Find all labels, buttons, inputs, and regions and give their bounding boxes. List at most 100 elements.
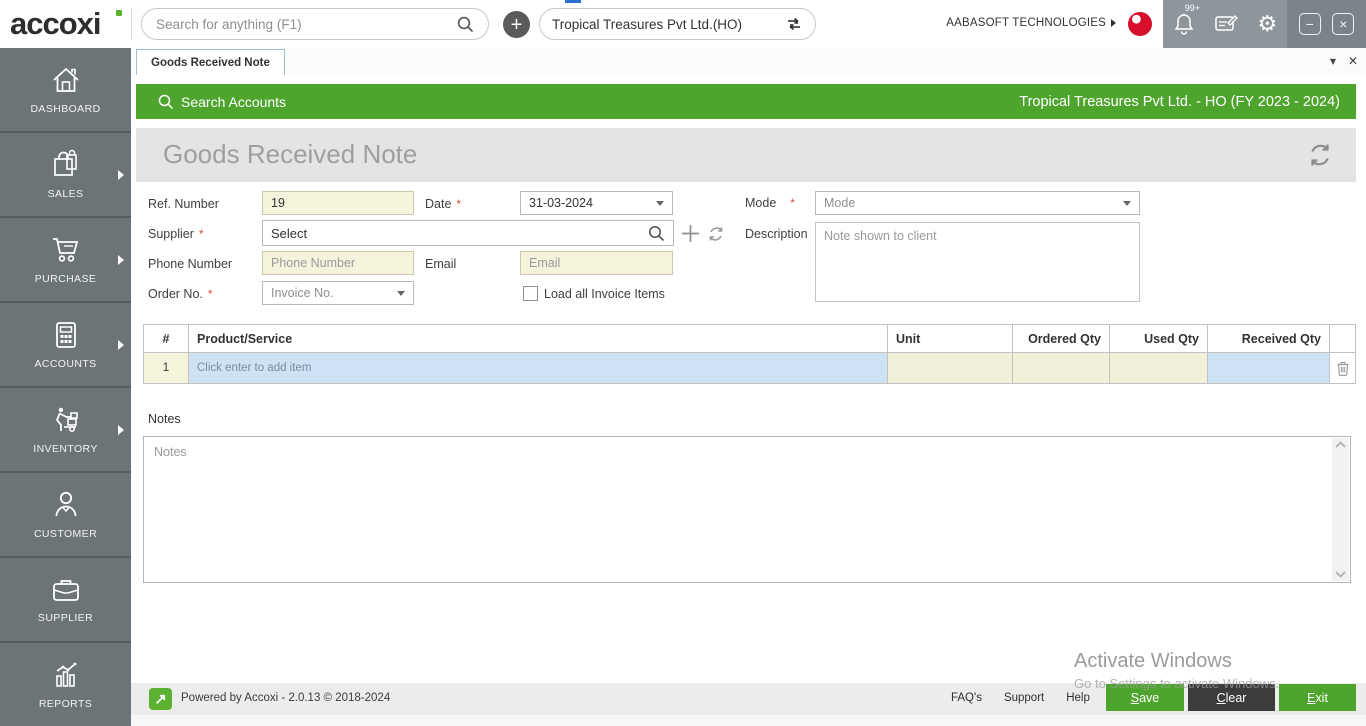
add-supplier-icon[interactable] <box>681 224 700 243</box>
sidebar-item-accounts[interactable]: ACCOUNTS <box>0 303 131 388</box>
help-link[interactable]: Help <box>1066 692 1090 704</box>
user-avatar[interactable] <box>1128 12 1152 36</box>
load-invoice-items-checkbox[interactable] <box>523 286 538 301</box>
chevron-right-icon <box>1111 19 1116 27</box>
sidebar-item-dashboard[interactable]: DASHBOARD <box>0 48 131 133</box>
bell-icon <box>1174 13 1194 35</box>
required-asterisk: * <box>456 197 462 211</box>
page-header: Goods Received Note <box>136 128 1356 182</box>
description-field[interactable] <box>815 222 1140 302</box>
sidebar-item-sales[interactable]: SALES <box>0 133 131 218</box>
notes-scrollbar[interactable] <box>1332 438 1349 581</box>
mode-select[interactable]: Mode <box>815 191 1140 215</box>
email-label: Email <box>425 257 457 271</box>
app-window: accoxi + Tropical Treasures Pvt Ltd.(HO) <box>0 0 1366 726</box>
mode-placeholder: Mode <box>824 196 856 210</box>
reload-supplier-icon[interactable] <box>707 225 725 243</box>
page-title: Goods Received Note <box>163 139 418 169</box>
email-field[interactable] <box>520 251 673 275</box>
submenu-arrow-icon <box>118 424 124 435</box>
switch-company-icon[interactable] <box>785 16 803 32</box>
required-asterisk: * <box>207 287 213 301</box>
search-accounts-button[interactable]: Search Accounts <box>158 94 286 110</box>
ref-number-field[interactable] <box>262 191 414 215</box>
top-bar: accoxi + Tropical Treasures Pvt Ltd.(HO) <box>0 0 1366 48</box>
minimize-button[interactable]: − <box>1298 13 1321 35</box>
account-search-bar: Search Accounts Tropical Treasures Pvt L… <box>136 84 1356 119</box>
sidebar-item-inventory[interactable]: INVENTORY <box>0 388 131 473</box>
tab-goods-received-note[interactable]: Goods Received Note <box>136 49 285 75</box>
load-invoice-items-label: Load all Invoice Items <box>544 287 665 301</box>
phone-label: Phone Number <box>148 257 233 271</box>
scroll-up-icon[interactable] <box>1335 441 1346 448</box>
notifications-button[interactable]: 99+ <box>1173 3 1200 36</box>
product-service-cell[interactable]: Click enter to add item <box>188 352 888 384</box>
faqs-link[interactable]: FAQ's <box>951 692 982 704</box>
global-search[interactable] <box>141 8 489 40</box>
top-accent-strip <box>565 0 581 3</box>
tab-strip: Goods Received Note ▾ ✕ <box>131 48 1366 75</box>
accoxi-footer-logo-icon: ↗ <box>149 688 172 710</box>
unit-cell[interactable] <box>887 352 1013 384</box>
sidebar-item-supplier[interactable]: SUPPLIER <box>0 558 131 643</box>
received-qty-cell[interactable] <box>1207 352 1330 384</box>
trash-icon[interactable] <box>1336 360 1350 376</box>
date-picker[interactable]: 31-03-2024 <box>520 191 673 215</box>
ordered-qty-cell[interactable] <box>1012 352 1110 384</box>
items-table: # Product/Service Unit Ordered Qty Used … <box>143 324 1356 384</box>
date-value: 31-03-2024 <box>529 196 593 210</box>
search-icon[interactable] <box>648 225 665 242</box>
close-button[interactable]: × <box>1332 13 1355 35</box>
order-no-placeholder: Invoice No. <box>271 286 334 300</box>
chart-icon <box>55 662 76 687</box>
supplier-search-field[interactable]: Select <box>262 220 674 246</box>
exit-button[interactable]: Exit <box>1279 684 1356 711</box>
messages-icon[interactable] <box>1214 13 1239 35</box>
tab-close-icon[interactable]: ✕ <box>1348 54 1358 68</box>
tab-list-dropdown-icon[interactable]: ▾ <box>1330 54 1336 68</box>
supplier-label: Supplier * <box>148 227 204 241</box>
support-link[interactable]: Support <box>1004 692 1044 704</box>
settings-gear-icon[interactable]: ⚙ <box>1258 13 1278 35</box>
sidebar-item-label: PURCHASE <box>34 273 97 285</box>
add-button[interactable]: + <box>503 11 530 38</box>
ref-number-label: Ref. Number <box>148 197 219 211</box>
scroll-down-icon[interactable] <box>1335 571 1346 578</box>
required-asterisk: * <box>790 196 795 210</box>
organization-menu[interactable]: AABASOFT TECHNOLOGIES <box>946 17 1116 29</box>
notes-label: Notes <box>148 412 181 426</box>
notification-badge: 99+ <box>1184 3 1200 13</box>
notes-field[interactable] <box>144 437 1350 582</box>
company-selector[interactable]: Tropical Treasures Pvt Ltd.(HO) <box>539 8 816 40</box>
sidebar-item-reports[interactable]: REPORTS <box>0 643 131 726</box>
col-number: # <box>143 324 189 353</box>
table-row: 1 Click enter to add item <box>143 352 1356 384</box>
refresh-icon[interactable] <box>1306 141 1334 169</box>
powered-by-text: Powered by Accoxi - 2.0.13 © 2018-2024 <box>181 692 391 704</box>
col-used-qty: Used Qty <box>1109 324 1208 353</box>
order-no-select[interactable]: Invoice No. <box>262 281 414 305</box>
delete-row-cell[interactable] <box>1329 352 1356 384</box>
person-icon <box>55 491 76 517</box>
sidebar-item-purchase[interactable]: PURCHASE <box>0 218 131 303</box>
sidebar-item-label: DASHBOARD <box>30 103 101 115</box>
chevron-down-icon <box>656 200 664 206</box>
phone-field[interactable] <box>262 251 414 275</box>
items-table-header-row: # Product/Service Unit Ordered Qty Used … <box>143 324 1356 353</box>
search-icon[interactable] <box>457 16 474 33</box>
required-asterisk: * <box>198 227 204 241</box>
sidebar-item-customer[interactable]: CUSTOMER <box>0 473 131 558</box>
logo-accent <box>116 10 122 16</box>
search-input[interactable] <box>156 16 457 32</box>
row-number-cell: 1 <box>143 352 189 384</box>
sidebar-item-label: SALES <box>47 188 84 200</box>
description-label: Description <box>745 227 808 241</box>
search-accounts-label: Search Accounts <box>181 93 287 110</box>
chevron-down-icon <box>397 290 405 296</box>
company-fiscal-year: Tropical Treasures Pvt Ltd. - HO (FY 202… <box>1019 93 1340 110</box>
company-selector-label: Tropical Treasures Pvt Ltd.(HO) <box>552 16 743 32</box>
submenu-arrow-icon <box>118 339 124 350</box>
used-qty-cell[interactable] <box>1109 352 1208 384</box>
submenu-arrow-icon <box>118 169 124 180</box>
mode-label: Mode * <box>745 196 795 210</box>
